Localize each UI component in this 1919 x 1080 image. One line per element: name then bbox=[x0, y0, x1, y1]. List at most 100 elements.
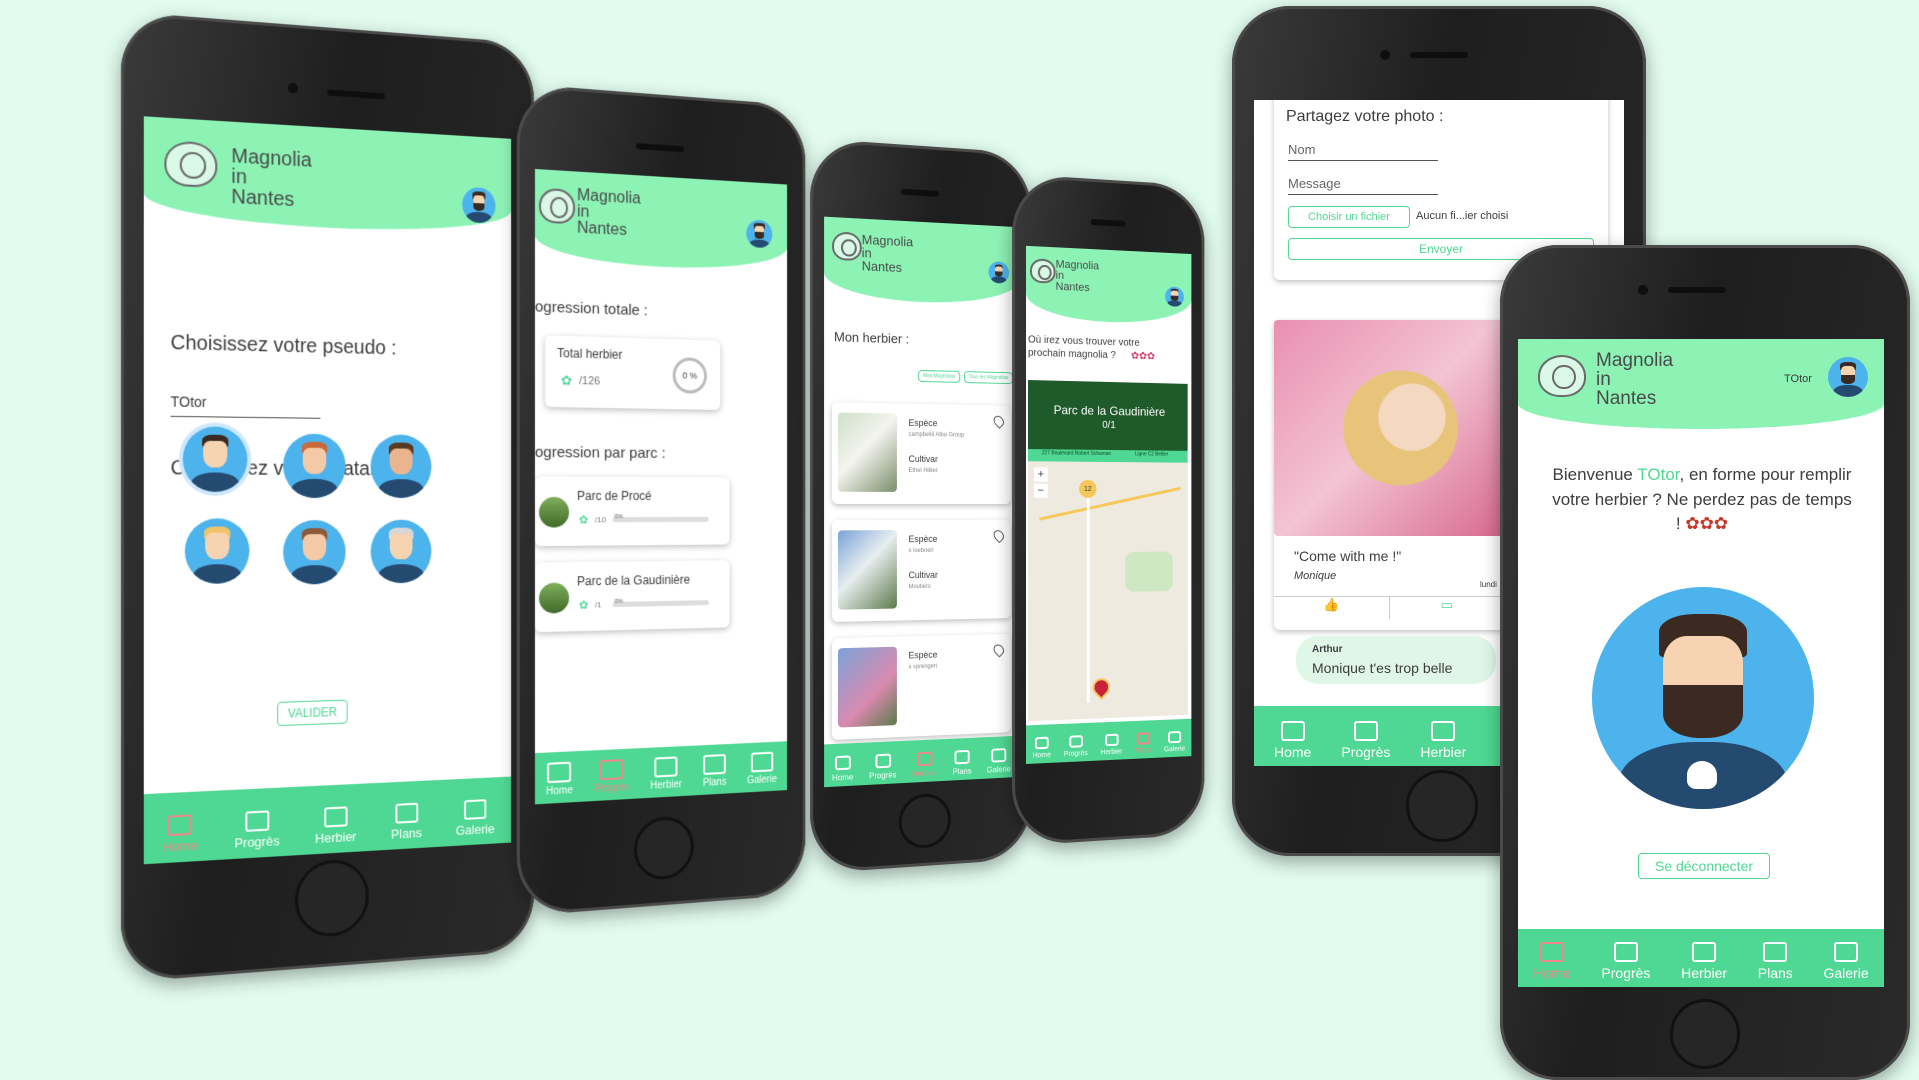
total-percent-ring: 0 % bbox=[673, 357, 707, 394]
nav-home[interactable]: Home bbox=[1533, 942, 1570, 981]
name-field[interactable]: Nom bbox=[1288, 142, 1315, 157]
user-avatar[interactable] bbox=[746, 219, 772, 248]
home-hardware-button[interactable] bbox=[295, 858, 369, 939]
herbier-card[interactable]: Espèce campbellii Alba Group Cultivar Et… bbox=[832, 402, 1011, 504]
selected-avatar bbox=[1592, 587, 1814, 809]
park-banner: Parc de la Gaudinière 0/1 227 Boulevard … bbox=[1028, 380, 1188, 463]
home-hardware-button[interactable] bbox=[1406, 770, 1478, 842]
user-avatar[interactable] bbox=[462, 187, 495, 224]
speaker bbox=[1091, 219, 1126, 227]
park-progress-bar bbox=[613, 600, 709, 607]
nav-progress[interactable]: Progrès bbox=[595, 759, 629, 795]
nav-galerie[interactable]: Galerie bbox=[747, 752, 777, 787]
avatar-option[interactable] bbox=[371, 434, 432, 498]
zoom-out-button[interactable]: − bbox=[1034, 484, 1048, 498]
nav-home[interactable]: Home bbox=[832, 755, 853, 782]
screen: Magnolia in Nantes Où irez vous trouver vo… bbox=[1026, 246, 1191, 764]
map-view[interactable]: + − 12 bbox=[1028, 461, 1188, 721]
user-avatar[interactable] bbox=[1165, 286, 1184, 307]
nav-home[interactable]: Home bbox=[162, 814, 197, 855]
nav-home[interactable]: Home bbox=[546, 762, 573, 798]
herbier-card[interactable]: Espèce x loebneri Cultivar Moutiers bbox=[832, 520, 1011, 622]
logout-button[interactable]: Se déconnecter bbox=[1638, 853, 1770, 879]
nav-herbier[interactable]: Herbier bbox=[1420, 721, 1466, 760]
front-camera bbox=[288, 83, 298, 94]
choose-file-button[interactable]: Choisir un fichier bbox=[1288, 206, 1410, 228]
like-icon[interactable]: 👍 bbox=[1274, 597, 1390, 619]
map-pin-icon bbox=[395, 803, 418, 824]
avatar-option[interactable] bbox=[371, 520, 432, 584]
map-cluster-marker[interactable]: 12 bbox=[1079, 480, 1096, 498]
zoom-in-button[interactable]: + bbox=[1034, 467, 1048, 481]
nav-herbier[interactable]: Herbier bbox=[650, 756, 682, 792]
progress-icon bbox=[245, 810, 269, 832]
nav-plans[interactable]: Plans bbox=[1758, 942, 1793, 981]
user-avatar[interactable] bbox=[1828, 357, 1868, 397]
location-pin-icon[interactable] bbox=[992, 414, 1007, 429]
map-pin-marker-icon[interactable] bbox=[1089, 675, 1114, 700]
nav-herbier[interactable]: Herbier bbox=[912, 751, 937, 778]
home-hardware-button[interactable] bbox=[899, 792, 951, 849]
nav-plans[interactable]: Plans bbox=[703, 754, 727, 789]
home-icon bbox=[168, 814, 192, 836]
bottom-nav: Home Progrès Herbier Plans Galerie bbox=[1026, 719, 1191, 764]
nav-plans[interactable]: Plans bbox=[1135, 732, 1152, 755]
app-name: Magnolia in Nantes bbox=[1056, 259, 1099, 294]
nav-plans[interactable]: Plans bbox=[391, 802, 422, 841]
welcome-name: TOtor bbox=[1637, 465, 1679, 484]
total-herbier-label: Total herbier bbox=[557, 346, 622, 362]
home-icon bbox=[547, 762, 571, 784]
nav-galerie[interactable]: Galerie bbox=[456, 799, 495, 838]
validate-button[interactable]: VALIDER bbox=[277, 700, 347, 727]
post-photo[interactable] bbox=[1274, 320, 1504, 536]
park-photo bbox=[539, 582, 569, 613]
park-percent: 0% bbox=[615, 599, 623, 605]
pseudo-label: Choisissez votre pseudo : bbox=[171, 332, 397, 361]
herbier-card[interactable]: Espèce x sprengeri bbox=[832, 634, 1011, 740]
comment-icon[interactable]: ▭ bbox=[1390, 597, 1505, 619]
pseudo-input[interactable]: TOtor bbox=[171, 393, 207, 410]
screen: Magnolia in Nantes TOtor Bienvenue TOtor, … bbox=[1518, 339, 1884, 987]
nav-progress[interactable]: Progrès bbox=[1341, 721, 1390, 760]
nav-progress[interactable]: Progrès bbox=[234, 810, 279, 851]
nav-plans[interactable]: Plans bbox=[953, 750, 972, 777]
location-pin-icon[interactable] bbox=[992, 528, 1007, 543]
header-pseudo: TOtor bbox=[1784, 373, 1812, 385]
park-banner-sub: 0/1 bbox=[1102, 420, 1115, 431]
nav-herbier[interactable]: Herbier bbox=[1681, 942, 1727, 981]
espece-value: x loebneri bbox=[909, 548, 934, 554]
nav-galerie[interactable]: Galerie bbox=[987, 748, 1011, 775]
nav-home[interactable]: Home bbox=[1033, 737, 1051, 760]
home-hardware-button[interactable] bbox=[634, 815, 694, 881]
avatar-option[interactable] bbox=[283, 520, 346, 585]
user-avatar[interactable] bbox=[988, 261, 1009, 284]
nav-progress[interactable]: Progrès bbox=[869, 753, 896, 781]
nav-galerie[interactable]: Galerie bbox=[1823, 942, 1868, 981]
filter-all-magnolias[interactable]: Tous les Magnolias bbox=[964, 371, 1013, 384]
avatar-option[interactable] bbox=[185, 518, 250, 584]
filter-my-magnolias[interactable]: Mes Magnolias bbox=[918, 370, 960, 383]
nav-progress[interactable]: Progrès bbox=[1601, 942, 1650, 981]
avatar-option[interactable] bbox=[183, 426, 248, 492]
park-card[interactable]: Parc de Procé ✿ /10 0% bbox=[535, 476, 730, 546]
park-count: /1 bbox=[595, 600, 602, 609]
screen: Magnolia in Nantes ogression totale : Tota… bbox=[535, 169, 787, 804]
app-header: Magnolia in Nantes bbox=[535, 169, 787, 272]
avatar-option[interactable] bbox=[283, 433, 346, 498]
tree-icon bbox=[1692, 942, 1716, 962]
sprout-icon: ✿ bbox=[579, 513, 588, 526]
progress-icon bbox=[1354, 721, 1378, 741]
nav-home[interactable]: Home bbox=[1274, 721, 1311, 760]
nav-herbier[interactable]: Herbier bbox=[1100, 733, 1122, 756]
park-card[interactable]: Parc de la Gaudinière ✿ /1 0% bbox=[535, 560, 730, 632]
magnolia-photo bbox=[838, 647, 897, 728]
home-icon bbox=[1281, 721, 1305, 741]
location-pin-icon[interactable] bbox=[992, 642, 1007, 657]
nav-galerie[interactable]: Galerie bbox=[1164, 731, 1185, 754]
home-hardware-button[interactable] bbox=[1670, 999, 1740, 1069]
cultivar-value: Ethel Hillier bbox=[909, 468, 938, 474]
nav-herbier[interactable]: Herbier bbox=[315, 806, 356, 846]
progress-park-title: ogression par parc : bbox=[535, 444, 666, 462]
message-field[interactable]: Message bbox=[1288, 176, 1341, 191]
nav-progress[interactable]: Progrès bbox=[1064, 735, 1088, 758]
